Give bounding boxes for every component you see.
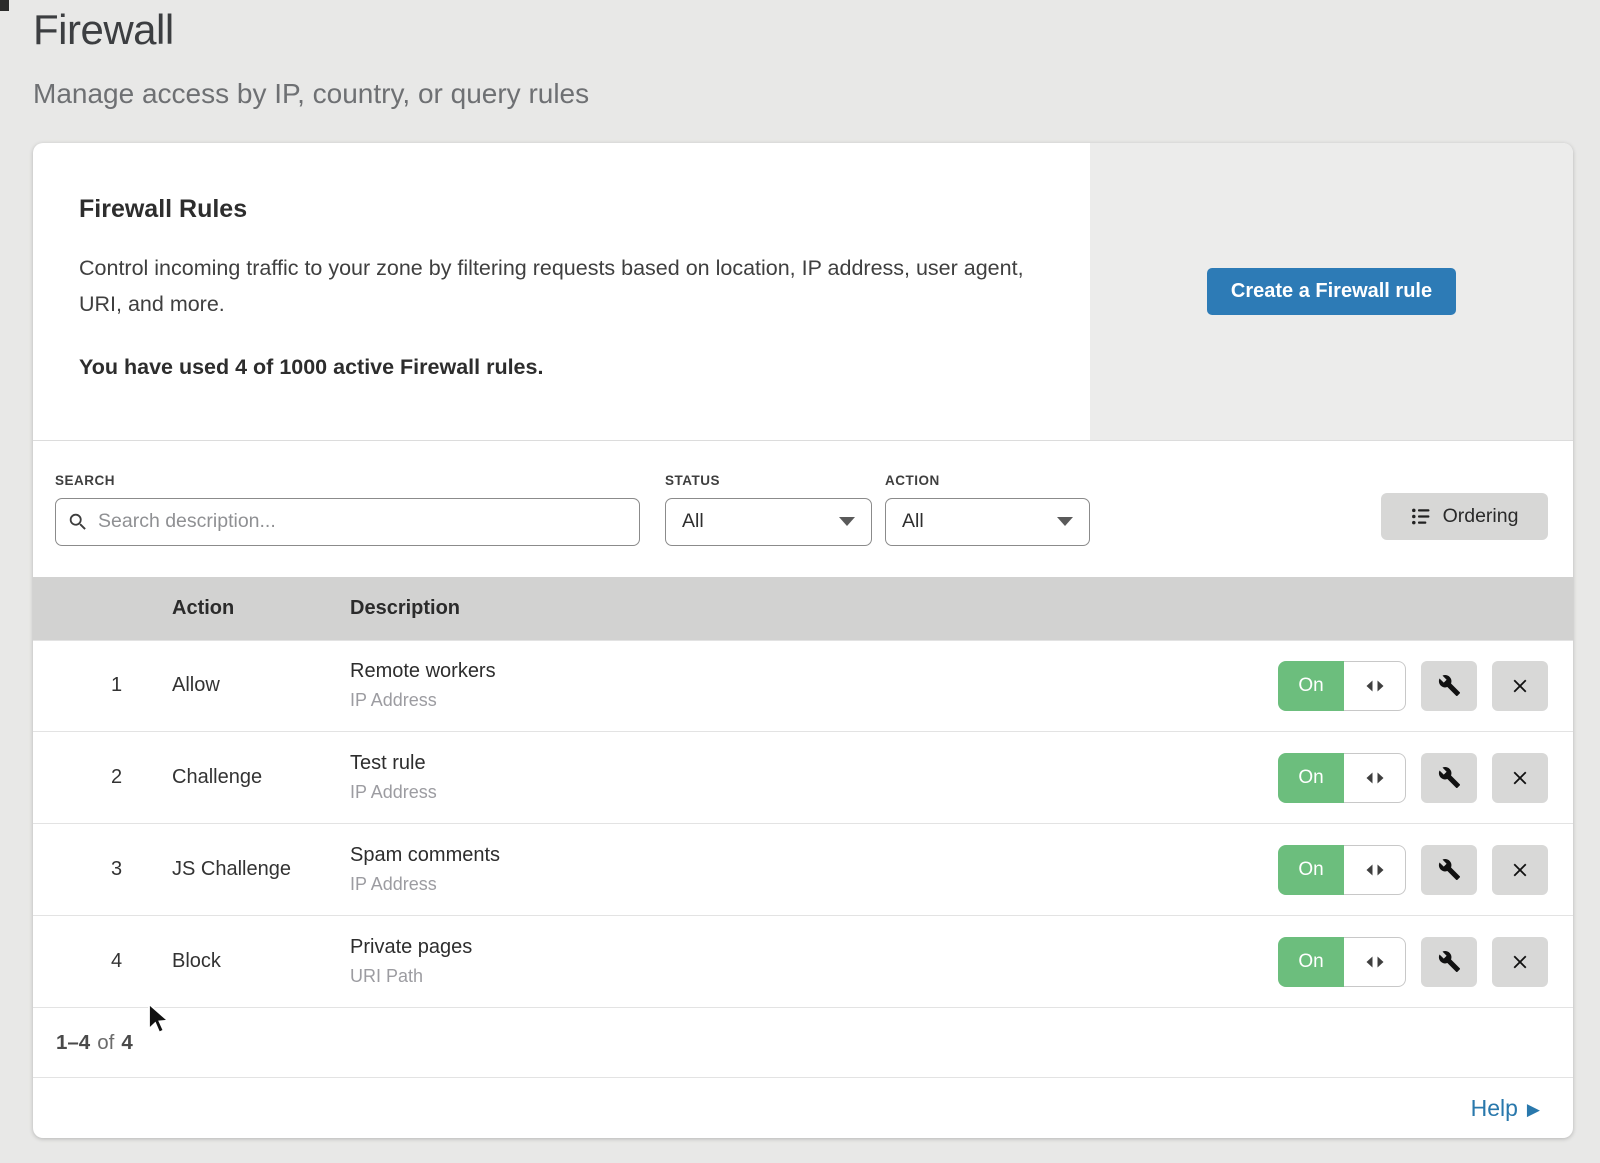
edit-rule-button[interactable] [1421, 661, 1477, 711]
ordering-button-label: Ordering [1443, 505, 1519, 528]
card-footer: Help ▶ [33, 1077, 1573, 1138]
rules-table-header: Action Description [33, 577, 1573, 640]
page-subtitle: Manage access by IP, country, or query r… [33, 78, 589, 110]
edit-rule-icon [1438, 766, 1461, 789]
ordering-button[interactable]: Ordering [1381, 493, 1548, 540]
delete-rule-icon [1509, 859, 1531, 881]
toggle-handle[interactable] [1344, 937, 1406, 987]
rules-intro: Firewall Rules Control incoming traffic … [33, 143, 1090, 440]
status-filter-group: STATUS All [665, 473, 872, 546]
search-label: SEARCH [55, 473, 640, 488]
filter-bar: SEARCH STATUS All ACTION All [33, 441, 1573, 577]
action-selected-value: All [902, 510, 1057, 533]
pagination-range: 1–4 [56, 1031, 90, 1055]
rule-enabled-toggle[interactable]: On [1278, 753, 1406, 803]
toggle-handle-arrows-icon [1365, 772, 1385, 784]
delete-rule-button[interactable] [1492, 661, 1548, 711]
status-selected-value: All [682, 510, 839, 533]
rule-enabled-toggle[interactable]: On [1278, 937, 1406, 987]
create-firewall-rule-button[interactable]: Create a Firewall rule [1207, 268, 1456, 315]
toggle-handle[interactable] [1344, 661, 1406, 711]
edit-rule-button[interactable] [1421, 753, 1477, 803]
dropdown-caret-icon [839, 517, 855, 526]
action-column-header: Action [172, 597, 350, 620]
search-group: SEARCH [55, 473, 640, 546]
table-row: 2 Challenge Test rule IP Address On [33, 731, 1573, 823]
pagination-total: 4 [121, 1031, 132, 1055]
toggle-on-label: On [1278, 661, 1344, 711]
delete-rule-icon [1509, 675, 1531, 697]
status-label: STATUS [665, 473, 872, 488]
search-icon [67, 511, 89, 533]
rule-enabled-toggle[interactable]: On [1278, 845, 1406, 895]
dropdown-caret-icon [1057, 517, 1073, 526]
toggle-handle-arrows-icon [1365, 864, 1385, 876]
rule-description: Remote workers [350, 660, 1278, 683]
status-select[interactable]: All [665, 498, 872, 546]
edit-rule-icon [1438, 950, 1461, 973]
rule-match-field: IP Address [350, 782, 1278, 803]
create-rule-panel: Create a Firewall rule [1090, 143, 1573, 440]
rule-match-field: URI Path [350, 966, 1278, 987]
action-label: ACTION [885, 473, 1090, 488]
rules-overview-section: Firewall Rules Control incoming traffic … [33, 143, 1573, 441]
rule-action: JS Challenge [172, 858, 350, 881]
toggle-on-label: On [1278, 845, 1344, 895]
help-link[interactable]: Help ▶ [1471, 1095, 1540, 1122]
rule-priority: 2 [33, 766, 172, 789]
rule-match-field: IP Address [350, 874, 1278, 895]
toggle-on-label: On [1278, 937, 1344, 987]
rule-match-field: IP Address [350, 690, 1278, 711]
rule-description: Private pages [350, 936, 1278, 959]
search-input[interactable] [55, 498, 640, 546]
table-row: 1 Allow Remote workers IP Address On [33, 640, 1573, 732]
firewall-rules-card: Firewall Rules Control incoming traffic … [33, 143, 1573, 1138]
rule-action: Block [172, 950, 350, 973]
rule-description: Spam comments [350, 844, 1278, 867]
ordering-icon [1411, 506, 1432, 527]
toggle-handle-arrows-icon [1365, 680, 1385, 692]
page-header: Firewall Manage access by IP, country, o… [33, 6, 589, 110]
delete-rule-button[interactable] [1492, 845, 1548, 895]
pagination: 1–4 of 4 [33, 1007, 1573, 1077]
edit-rule-button[interactable] [1421, 845, 1477, 895]
help-link-label: Help [1471, 1095, 1518, 1122]
rules-usage-text: You have used 4 of 1000 active Firewall … [79, 355, 1044, 380]
rule-action: Allow [172, 674, 350, 697]
edit-rule-button[interactable] [1421, 937, 1477, 987]
rules-description: Control incoming traffic to your zone by… [79, 250, 1029, 322]
page-title: Firewall [33, 6, 589, 54]
edit-rule-icon [1438, 858, 1461, 881]
delete-rule-button[interactable] [1492, 753, 1548, 803]
rule-enabled-toggle[interactable]: On [1278, 661, 1406, 711]
rule-priority: 4 [33, 950, 172, 973]
table-row: 3 JS Challenge Spam comments IP Address … [33, 823, 1573, 915]
toggle-handle-arrows-icon [1365, 956, 1385, 968]
delete-rule-icon [1509, 767, 1531, 789]
action-filter-group: ACTION All [885, 473, 1090, 546]
toggle-handle[interactable] [1344, 753, 1406, 803]
toggle-on-label: On [1278, 753, 1344, 803]
delete-rule-button[interactable] [1492, 937, 1548, 987]
rule-priority: 3 [33, 858, 172, 881]
edit-rule-icon [1438, 674, 1461, 697]
toggle-handle[interactable] [1344, 845, 1406, 895]
rule-description: Test rule [350, 752, 1278, 775]
description-column-header: Description [350, 597, 1573, 620]
help-arrow-icon: ▶ [1527, 1099, 1540, 1118]
delete-rule-icon [1509, 951, 1531, 973]
rule-action: Challenge [172, 766, 350, 789]
pagination-of: of [97, 1031, 114, 1055]
rule-priority: 1 [33, 674, 172, 697]
action-select[interactable]: All [885, 498, 1090, 546]
rules-heading: Firewall Rules [79, 195, 1044, 224]
table-row: 4 Block Private pages URI Path On [33, 915, 1573, 1007]
screen-corner-artifact [0, 0, 9, 11]
